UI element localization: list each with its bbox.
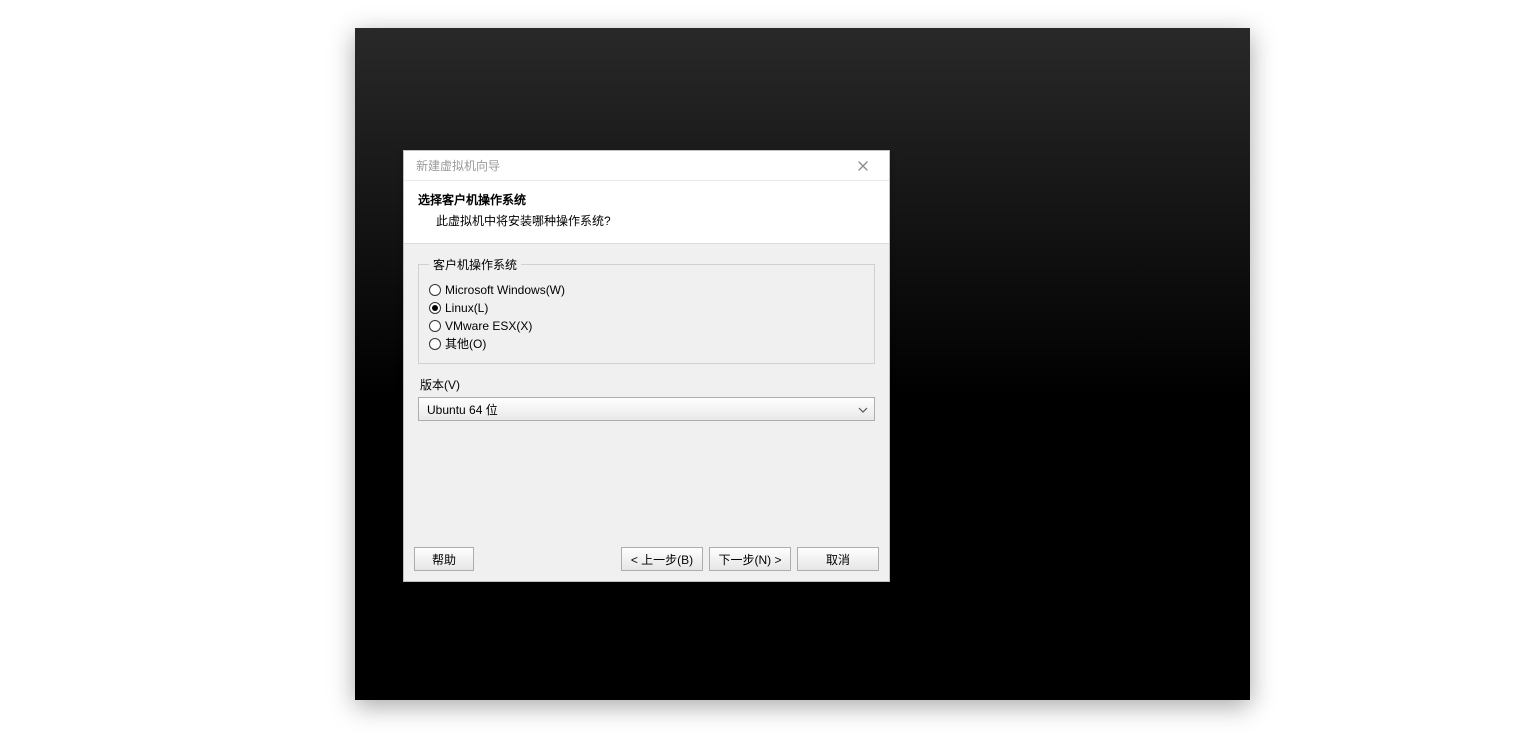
new-vm-wizard-dialog: 新建虚拟机向导 选择客户机操作系统 此虚拟机中将安装哪种操作系统? 客户机操作系… bbox=[403, 150, 890, 582]
radio-option-other[interactable]: 其他(O) bbox=[429, 335, 864, 353]
guest-os-group-label: 客户机操作系统 bbox=[429, 256, 521, 273]
vm-desktop-background: 新建虚拟机向导 选择客户机操作系统 此虚拟机中将安装哪种操作系统? 客户机操作系… bbox=[355, 28, 1250, 700]
radio-option-linux[interactable]: Linux(L) bbox=[429, 299, 864, 317]
close-icon bbox=[858, 161, 868, 171]
wizard-header-subtitle: 此虚拟机中将安装哪种操作系统? bbox=[418, 212, 875, 229]
radio-option-windows[interactable]: Microsoft Windows(W) bbox=[429, 281, 864, 299]
version-select-value: Ubuntu 64 位 bbox=[427, 401, 498, 418]
wizard-body: 客户机操作系统 Microsoft Windows(W) Linux(L) VM… bbox=[404, 244, 889, 421]
wizard-header: 选择客户机操作系统 此虚拟机中将安装哪种操作系统? bbox=[404, 181, 889, 244]
radio-label: Microsoft Windows(W) bbox=[445, 281, 565, 299]
next-button[interactable]: 下一步(N) > bbox=[709, 547, 791, 571]
radio-option-esx[interactable]: VMware ESX(X) bbox=[429, 317, 864, 335]
radio-label: VMware ESX(X) bbox=[445, 317, 532, 335]
wizard-footer: 帮助 < 上一步(B) 下一步(N) > 取消 bbox=[404, 539, 889, 581]
wizard-header-title: 选择客户机操作系统 bbox=[418, 191, 875, 208]
radio-icon bbox=[429, 320, 441, 332]
window-title: 新建虚拟机向导 bbox=[416, 157, 500, 174]
titlebar[interactable]: 新建虚拟机向导 bbox=[404, 151, 889, 181]
version-select[interactable]: Ubuntu 64 位 bbox=[418, 397, 875, 421]
radio-icon-selected bbox=[429, 302, 441, 314]
radio-icon bbox=[429, 338, 441, 350]
close-button[interactable] bbox=[847, 155, 879, 177]
radio-label: 其他(O) bbox=[445, 335, 486, 353]
help-button[interactable]: 帮助 bbox=[414, 547, 474, 571]
back-button[interactable]: < 上一步(B) bbox=[621, 547, 703, 571]
version-label: 版本(V) bbox=[420, 376, 875, 393]
radio-label: Linux(L) bbox=[445, 299, 488, 317]
radio-icon bbox=[429, 284, 441, 296]
chevron-down-icon bbox=[858, 402, 868, 416]
cancel-button[interactable]: 取消 bbox=[797, 547, 879, 571]
guest-os-group: 客户机操作系统 Microsoft Windows(W) Linux(L) VM… bbox=[418, 256, 875, 364]
